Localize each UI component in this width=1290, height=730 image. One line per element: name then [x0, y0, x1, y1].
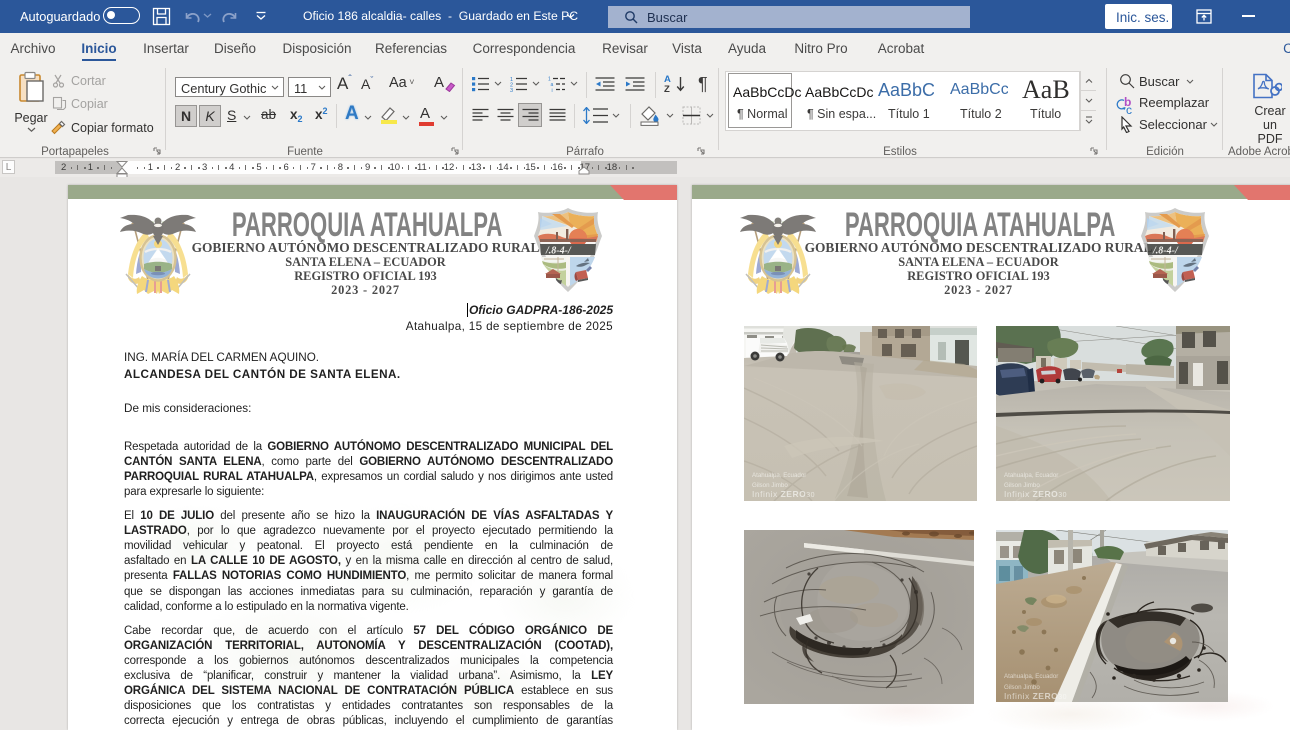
svg-text:i: i: [552, 88, 553, 92]
svg-text:/.8-4-/: /.8-4-/: [1152, 246, 1179, 257]
svg-text:Infinix ZERO30: Infinix ZERO30: [1004, 691, 1067, 701]
svg-text:Infinix ZERO30: Infinix ZERO30: [1004, 489, 1067, 499]
svg-text:Atahualpa, Ecuador: Atahualpa, Ecuador: [1004, 472, 1058, 479]
svg-text:Atahualpa, Ecuador: Atahualpa, Ecuador: [752, 472, 806, 479]
svg-text:Gilson Jimbo: Gilson Jimbo: [1004, 482, 1040, 489]
svg-text:3: 3: [510, 88, 513, 92]
svg-text:Infinix ZERO30: Infinix ZERO30: [752, 489, 815, 499]
svg-text:/.8-4-/: /.8-4-/: [545, 246, 572, 257]
svg-text:Atahualpa, Ecuador: Atahualpa, Ecuador: [1004, 673, 1058, 680]
svg-text:Gilson Jimbo: Gilson Jimbo: [1004, 684, 1040, 691]
svg-text:Gilson Jimbo: Gilson Jimbo: [752, 482, 788, 489]
